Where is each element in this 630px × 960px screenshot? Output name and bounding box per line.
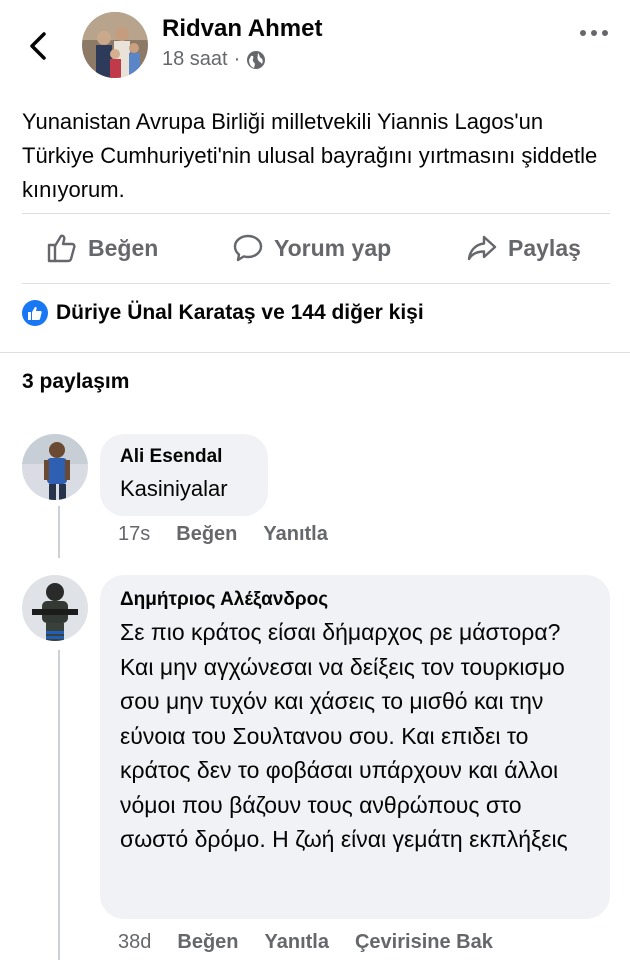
- comment-bubble: Ali Esendal Kasiniyalar: [100, 434, 268, 516]
- divider: [0, 352, 630, 353]
- commenter-avatar[interactable]: [22, 575, 88, 641]
- commenter-avatar-image: [22, 434, 88, 500]
- share-arrow-icon: [467, 235, 497, 261]
- comment-like-button[interactable]: Beğen: [177, 931, 238, 954]
- divider: [22, 213, 610, 214]
- author-avatar[interactable]: [82, 12, 148, 78]
- speech-bubble-icon: [233, 234, 263, 262]
- post-meta: 18 saat ·: [162, 48, 266, 71]
- comment-text: Kasiniyalar: [120, 476, 228, 501]
- comment-reply-button[interactable]: Yanıtla: [265, 931, 329, 954]
- comment-label: Yorum yap: [274, 234, 392, 261]
- like-button[interactable]: Beğen: [46, 232, 158, 264]
- comment-text: Σε πιο κράτος είσαι δήμαρχος ρε μάστορα?…: [120, 619, 568, 852]
- shares-count[interactable]: 3 paylaşım: [22, 370, 129, 394]
- like-reaction-icon: [22, 300, 48, 326]
- like-label: Beğen: [88, 234, 159, 261]
- reactions-summary[interactable]: Düriye Ünal Karataş ve 144 diğer kişi: [22, 300, 424, 326]
- author-name[interactable]: Ridvan Ahmet: [162, 15, 322, 43]
- comment-reply-button[interactable]: Yanıtla: [263, 523, 327, 546]
- see-translation-button[interactable]: Çevirisine Bak: [355, 931, 493, 954]
- thumbs-up-icon: [47, 234, 76, 263]
- commenter-avatar-image: [22, 575, 88, 641]
- comment-actions: 17s Beğen Yanıtla: [118, 523, 328, 546]
- author-avatar-image: [82, 12, 148, 78]
- globe-icon: [247, 50, 266, 69]
- comment-button[interactable]: Yorum yap: [232, 232, 391, 264]
- meta-separator: ·: [233, 48, 241, 70]
- back-button[interactable]: [24, 26, 52, 66]
- chevron-left-icon: [30, 32, 46, 60]
- commenter-avatar[interactable]: [22, 434, 88, 500]
- comment-like-button[interactable]: Beğen: [176, 523, 237, 546]
- comment-time[interactable]: 38d: [118, 931, 151, 954]
- reactions-text: Düriye Ünal Karataş ve 144 diğer kişi: [56, 301, 424, 324]
- commenter-name[interactable]: Δημήτριος Αλέξανδρος: [120, 589, 590, 611]
- share-button[interactable]: Paylaş: [466, 232, 581, 264]
- comment-actions: 38d Beğen Yanıtla Çevirisine Bak: [118, 931, 493, 954]
- comment-time[interactable]: 17s: [118, 523, 150, 546]
- thread-line: [58, 506, 60, 558]
- commenter-name[interactable]: Ali Esendal: [120, 446, 248, 468]
- more-dots-icon[interactable]: [580, 30, 608, 36]
- post-time[interactable]: 18 saat: [162, 48, 228, 71]
- thread-line: [58, 650, 60, 960]
- comment-bubble: Δημήτριος Αλέξανδρος Σε πιο κράτος είσαι…: [100, 575, 610, 919]
- divider: [22, 283, 610, 284]
- share-label: Paylaş: [508, 234, 581, 261]
- post-text: Yunanistan Avrupa Birliği milletvekili Y…: [22, 109, 598, 202]
